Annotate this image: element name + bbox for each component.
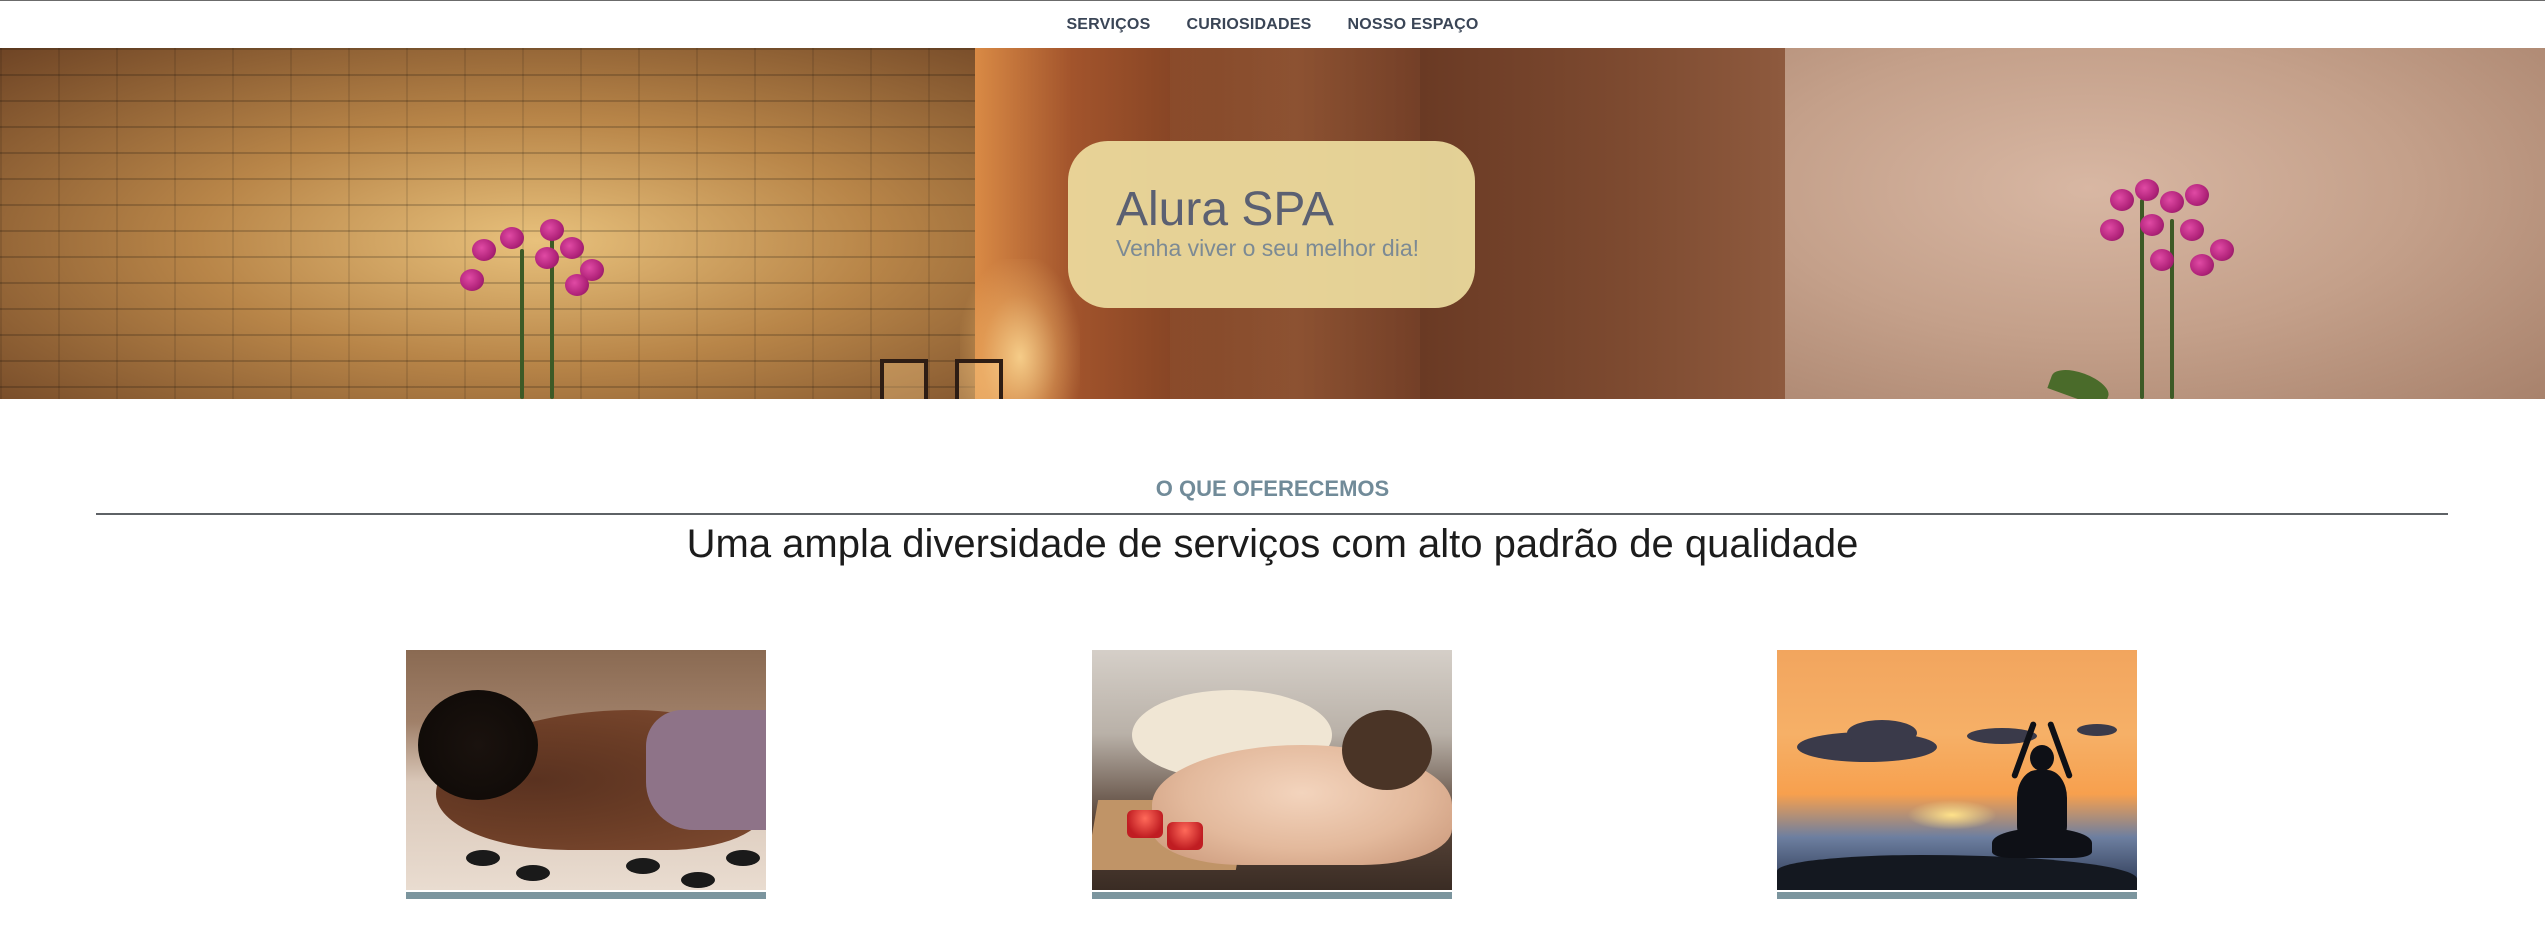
section-label: O QUE OFERECEMOS bbox=[1155, 476, 1390, 501]
service-card-accent-bar bbox=[1777, 892, 2137, 899]
service-card-1[interactable] bbox=[406, 650, 766, 900]
service-image-massage bbox=[406, 650, 766, 890]
orchid-left bbox=[450, 199, 650, 399]
nav-link-nosso-espaco[interactable]: NOSSO ESPAÇO bbox=[1348, 16, 1479, 34]
nav-link-servicos[interactable]: SERVIÇOS bbox=[1066, 16, 1150, 34]
lantern-right bbox=[955, 359, 1003, 399]
section-divider bbox=[96, 513, 2448, 515]
orchid-right bbox=[2040, 169, 2260, 399]
lantern-left bbox=[880, 359, 928, 399]
hero-banner: Alura SPA Venha viver o seu melhor dia! bbox=[0, 48, 2545, 399]
service-card-3[interactable] bbox=[1777, 650, 2137, 900]
service-card-accent-bar bbox=[406, 892, 766, 899]
service-image-hot-stone bbox=[1092, 650, 1452, 890]
service-card-2[interactable] bbox=[1092, 650, 1452, 900]
service-card-accent-bar bbox=[1092, 892, 1452, 899]
hero-title: Alura SPA bbox=[1116, 183, 1334, 236]
hero-title-card: Alura SPA Venha viver o seu melhor dia! bbox=[1068, 141, 1475, 308]
nav-link-curiosidades[interactable]: CURIOSIDADES bbox=[1186, 16, 1311, 34]
service-image-yoga bbox=[1777, 650, 2137, 890]
hero-subtitle: Venha viver o seu melhor dia! bbox=[1116, 235, 1420, 261]
section-heading: Uma ampla diversidade de serviços com al… bbox=[686, 522, 1859, 566]
top-navigation: SERVIÇOS CURIOSIDADES NOSSO ESPAÇO bbox=[0, 0, 2545, 48]
